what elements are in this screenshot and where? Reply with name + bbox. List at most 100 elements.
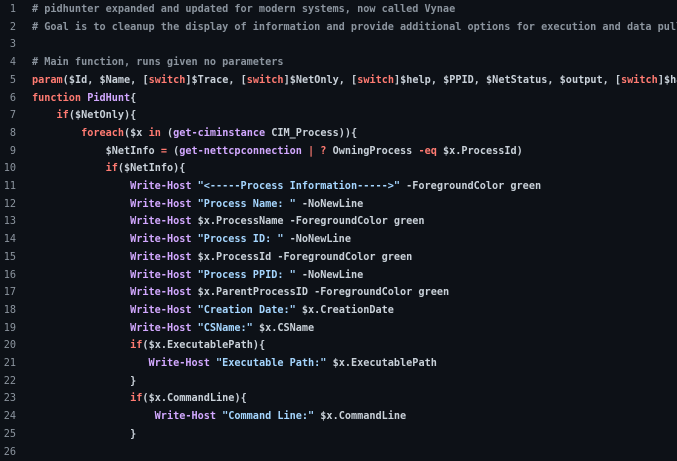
code-token: $x [198, 252, 210, 263]
code-line: 22 } [0, 373, 677, 391]
line-text: Write-Host $x.ProcessName -ForegroundCol… [32, 213, 425, 231]
code-token [32, 287, 130, 298]
line-text: if($x.ExecutablePath){ [32, 337, 265, 355]
code-token: if [130, 340, 142, 351]
code-line: 2# Goal is to cleanup the display of inf… [0, 19, 677, 37]
code-token: # Main function, runs given no parameter… [32, 57, 283, 68]
code-line: 20 if($x.ExecutablePath){ [0, 337, 677, 355]
line-number: 7 [0, 107, 16, 125]
line-number: 1 [0, 1, 16, 19]
code-line: 24 Write-Host "Command Line:" $x.Command… [0, 408, 677, 426]
code-token: = [155, 146, 173, 157]
code-token: $hash [664, 75, 677, 86]
line-text: if($NetInfo){ [32, 160, 185, 178]
line-text: # pidhunter expanded and updated for mod… [32, 1, 455, 19]
code-token: foreach [81, 128, 124, 139]
code-token: $x [198, 287, 210, 298]
line-number: 16 [0, 267, 16, 285]
code-token: -eq [418, 146, 443, 157]
code-token: Write-Host [130, 305, 197, 316]
line-text: if($x.CommandLine){ [32, 390, 247, 408]
line-number: 15 [0, 249, 16, 267]
line-text: if($NetOnly){ [32, 107, 136, 125]
code-token: "Process ID: " [198, 234, 284, 245]
code-line: 8 foreach($x in (get-ciminstance CIM_Pro… [0, 125, 677, 143]
line-number: 13 [0, 213, 16, 231]
line-text: Write-Host "Command Line:" $x.CommandLin… [32, 408, 406, 426]
code-line: 7 if($NetOnly){ [0, 107, 677, 125]
line-number: 6 [0, 90, 16, 108]
code-token: -ForegroundColor green [400, 181, 541, 192]
code-token: .ExecutablePath [345, 358, 437, 369]
code-token: -NoNewLine [296, 199, 363, 210]
code-token [32, 128, 81, 139]
code-token: | ? [302, 146, 333, 157]
code-token [32, 270, 130, 281]
code-token: "CSName:" [198, 323, 253, 334]
code-token: Write-Host [130, 181, 197, 192]
code-token: $NetOnly [290, 75, 339, 86]
code-token: PidHunt [87, 93, 130, 104]
line-number: 9 [0, 143, 16, 161]
code-token: $x [443, 146, 455, 157]
code-token: , [431, 75, 443, 86]
code-line: 9 $NetInfo = (get-nettcpconnection | ? O… [0, 143, 677, 161]
line-number: 10 [0, 160, 16, 178]
line-text: param($Id, $Name, [switch]$Trace, [switc… [32, 72, 677, 90]
code-token: Write-Host [130, 287, 197, 298]
code-token: } [32, 376, 136, 387]
code-token: switch [621, 75, 658, 86]
line-text: foreach($x in (get-ciminstance CIM_Proce… [32, 125, 357, 143]
code-token [32, 199, 130, 210]
code-token: ){ [124, 110, 136, 121]
code-token: $output [560, 75, 603, 86]
line-number: 26 [0, 444, 16, 461]
code-token [32, 411, 155, 422]
code-token: Write-Host [130, 216, 197, 227]
code-token: -NoNewLine [283, 234, 350, 245]
code-token: .CommandLine){ [161, 393, 247, 404]
code-token: "<-----Process Information----->" [198, 181, 400, 192]
code-line: 17 Write-Host $x.ParentProcessID -Foregr… [0, 284, 677, 302]
code-token: Write-Host [149, 358, 216, 369]
code-line: 13 Write-Host $x.ProcessName -Foreground… [0, 213, 677, 231]
line-text: Write-Host $x.ParentProcessID -Foregroun… [32, 284, 449, 302]
code-token: Write-Host [155, 411, 222, 422]
code-line: 11 Write-Host "<-----Process Information… [0, 178, 677, 196]
code-line: 15 Write-Host $x.ProcessId -ForegroundCo… [0, 249, 677, 267]
line-number: 17 [0, 284, 16, 302]
line-text: Write-Host "CSName:" $x.CSName [32, 320, 314, 338]
code-line: 26 [0, 444, 677, 461]
line-text: Write-Host "Process ID: " -NoNewLine [32, 231, 351, 249]
code-token: Write-Host [130, 234, 197, 245]
code-token: , [ [130, 75, 148, 86]
code-token: "Command Line:" [222, 411, 314, 422]
line-text: } [32, 426, 136, 444]
line-number: 3 [0, 36, 16, 54]
code-token: { [130, 93, 136, 104]
code-token: .ProcessId) [455, 146, 522, 157]
code-line: 10 if($NetInfo){ [0, 160, 677, 178]
code-token: if [57, 110, 69, 121]
code-token [32, 340, 130, 351]
line-text: Write-Host "Process PPID: " -NoNewLine [32, 267, 363, 285]
code-token: if [106, 163, 118, 174]
code-line: 19 Write-Host "CSName:" $x.CSName [0, 320, 677, 338]
code-viewer: 1 # pidhunter expanded and updated for mo… [0, 0, 677, 444]
code-token: -NoNewLine [296, 270, 363, 281]
code-token [32, 305, 130, 316]
code-token: , [547, 75, 559, 86]
code-token: .CreationDate [314, 305, 394, 316]
code-token: $x [149, 393, 161, 404]
code-line: 18 Write-Host "Creation Date:" $x.Creati… [0, 302, 677, 320]
code-token: switch [247, 75, 284, 86]
code-token [32, 358, 149, 369]
line-text: Write-Host "Creation Date:" $x.CreationD… [32, 302, 394, 320]
code-token: $x [130, 128, 142, 139]
code-token: Write-Host [130, 323, 197, 334]
line-number: 22 [0, 373, 16, 391]
line-text: } [32, 373, 136, 391]
code-token: $Trace [192, 75, 229, 86]
code-line: 12 Write-Host "Process Name: " -NoNewLin… [0, 196, 677, 214]
code-token: $NetInfo [106, 146, 155, 157]
